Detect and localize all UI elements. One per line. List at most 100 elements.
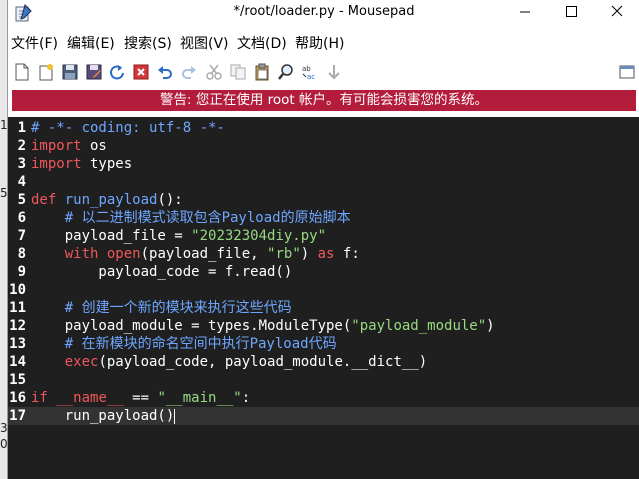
code-token: import [31,138,82,154]
fullscreen-button[interactable] [616,61,638,83]
fullscreen-icon [619,65,635,79]
toolbar: ab ac [8,58,639,86]
paste-button[interactable] [251,61,273,83]
code-line[interactable]: 7 payload_file = "20232304diy.py" [8,227,639,245]
minimize-button[interactable] [502,0,548,26]
line-number: 15 [9,372,26,388]
code-token: def [31,192,57,208]
code-line[interactable]: 1 # -*- coding: utf-8 -*- [8,119,639,137]
line-number: 2 [17,138,26,154]
copy-button[interactable] [227,61,249,83]
code-line[interactable]: 5 def run_payload(): [8,191,639,209]
line-number: 13 [9,336,26,352]
code-token: __dict__ [351,354,419,370]
code-token: payload_code = f.read() [31,264,293,280]
find-icon [278,64,293,80]
code-token: ) [418,354,428,370]
svg-text:ac: ac [307,73,315,81]
code-token: as [317,246,335,262]
code-token: payload_file = [31,228,192,244]
code-token: run_payload [64,192,158,208]
code-line[interactable]: 6 # 以二进制模式读取包含Payload的原始脚本 [8,209,639,227]
cut-button[interactable] [203,61,225,83]
code-token: ) [300,246,318,262]
save-button[interactable] [59,61,81,83]
new-window-button[interactable] [35,61,57,83]
line-number: 1 [17,120,26,136]
cut-icon [206,64,222,80]
go-to-line-icon [328,65,340,80]
code-token: (payload_file, [140,246,268,262]
code-text: payload_module = types.ModuleType("paylo… [31,317,495,335]
code-token: import [31,156,82,172]
line-number: 11 [9,300,26,316]
menu-edit[interactable]: 编辑(E) [67,33,115,53]
code-text: # -*- coding: utf-8 -*- [31,119,225,137]
code-token: # 创建一个新的模块来执行这些代码 [31,300,292,316]
undo-button[interactable] [154,61,176,83]
redo-button[interactable] [178,61,200,83]
redo-icon [182,66,196,79]
find-replace-icon: abac [302,65,315,81]
line-number: 10 [9,282,26,298]
code-line[interactable]: 9 payload_code = f.read() [8,263,639,281]
code-text: import types [31,155,132,173]
code-token: # 在新模块的命名空间中执行Payload代码 [31,336,337,352]
new-document-icon [15,63,29,81]
svg-text:ab: ab [302,65,311,73]
menu-document[interactable]: 文档(D) [237,33,287,53]
close-window-button[interactable] [594,0,639,26]
line-number: 9 [17,264,26,280]
code-text: def run_payload(): [31,191,183,209]
reload-button[interactable] [106,61,128,83]
new-document-button[interactable] [11,61,33,83]
maximize-button[interactable] [548,0,594,26]
menu-view[interactable]: 视图(V) [180,33,229,53]
code-line[interactable]: 11 # 创建一个新的模块来执行这些代码 [8,299,639,317]
code-line[interactable]: 13 # 在新模块的命名空间中执行Payload代码 [8,335,639,353]
code-token: f: [334,246,360,262]
code-editor[interactable]: 1 # -*- coding: utf-8 -*- 2 import os 3 impor… [8,117,639,479]
code-token: with [64,246,99,262]
close-document-button[interactable] [130,61,152,83]
code-token: run_payload() [31,408,175,424]
title-bar[interactable]: */root/loader.py - Mousepad [8,0,639,26]
menu-help[interactable]: 帮助(H) [295,33,344,53]
code-line[interactable]: 15 [8,371,639,389]
code-line[interactable]: 17 run_payload() [8,407,639,425]
code-text: # 创建一个新的模块来执行这些代码 [31,299,292,317]
line-number: 4 [17,174,26,190]
code-line[interactable]: 2 import os [8,137,639,155]
code-line[interactable]: 4 [8,173,639,191]
code-token: "20232304diy.py" [191,228,327,244]
copy-icon [230,64,246,80]
code-token: (payload_code, payload_module. [98,354,352,370]
code-line[interactable]: 12 payload_module = types.ModuleType("pa… [8,317,639,335]
line-number: 17 [9,408,26,424]
menu-file[interactable]: 文件(F) [11,33,58,53]
go-to-line-button[interactable] [323,61,345,83]
undo-icon [158,66,172,79]
find-button[interactable] [275,61,297,83]
code-token: if [31,390,48,406]
code-line[interactable]: 14 exec(payload_code, payload_module.__d… [8,353,639,371]
code-line[interactable]: 16 if __name__ == "__main__": [8,389,639,407]
code-line[interactable]: 8 with open(payload_file, "rb") as f: [8,245,639,263]
save-as-button[interactable] [83,61,105,83]
line-number: 5 [17,192,26,208]
code-text: if __name__ == "__main__": [31,389,250,407]
line-number: 12 [9,318,26,334]
minimize-icon [520,11,530,13]
menu-search[interactable]: 搜索(S) [124,33,172,53]
code-token: "__main__" [157,390,242,406]
code-text: import os [31,137,107,155]
code-token: # -*- coding: utf-8 -*- [31,120,225,136]
line-number: 7 [17,228,26,244]
code-line[interactable]: 10 [8,281,639,299]
mousepad-window: */root/loader.py - Mousepad 文件(F) 编辑(E) … [7,0,639,479]
find-replace-button[interactable]: ab ac [299,61,321,83]
paste-icon [255,63,269,81]
code-line[interactable]: 3 import types [8,155,639,173]
code-token: exec [64,354,99,370]
